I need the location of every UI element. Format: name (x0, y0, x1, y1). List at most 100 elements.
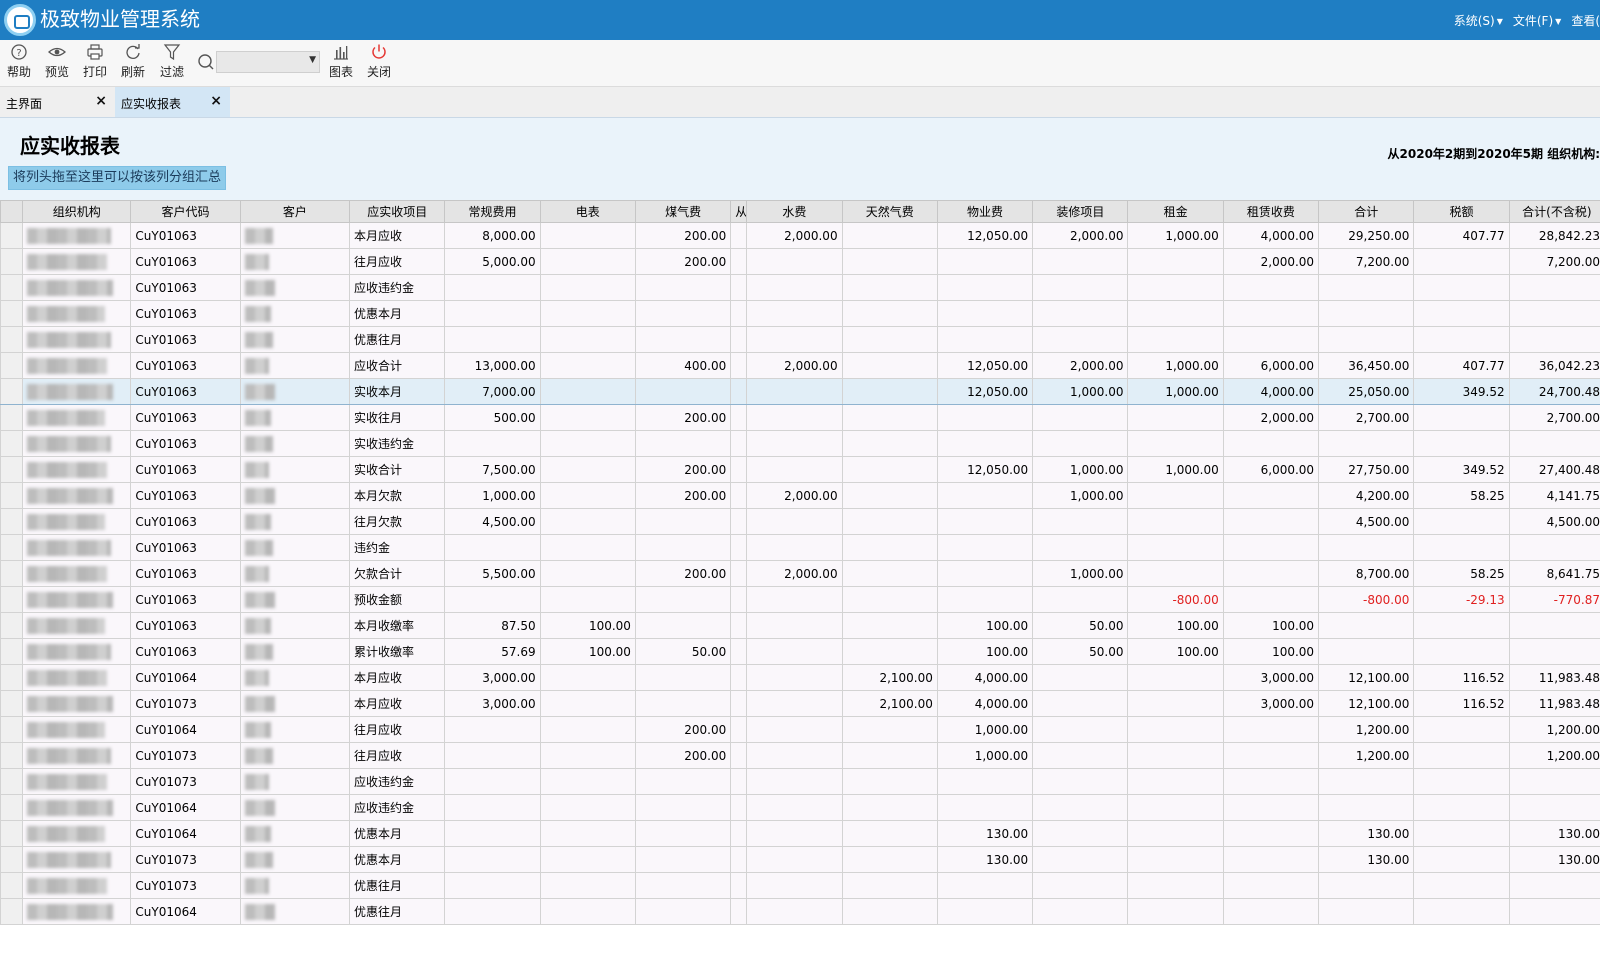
tab-report[interactable]: 应实收报表 × (115, 87, 230, 117)
row-indicator[interactable] (0, 326, 24, 353)
close-icon[interactable]: × (95, 93, 107, 109)
column-header[interactable]: 煤气费 (634, 200, 732, 223)
table-row[interactable]: CuY01064 优惠本月 130.00 130.00 130.00 (0, 820, 1600, 847)
help-button[interactable]: ? 帮助 (2, 43, 36, 83)
row-indicator[interactable] (0, 508, 24, 535)
table-row[interactable]: CuY01064 本月应收 3,000.00 2,100.00 4,000.00 3,00… (0, 664, 1600, 691)
search-icon[interactable] (197, 53, 215, 71)
table-cell: 100.00 (539, 612, 636, 639)
table-row[interactable]: CuY01063 本月收缴率 87.50 100.00 100.00 50.00 100.0… (0, 612, 1600, 639)
table-cell: 2,000.00 (1032, 222, 1129, 249)
row-indicator[interactable] (0, 222, 24, 249)
table-row[interactable]: CuY01073 应收违约金 (0, 768, 1600, 795)
column-header[interactable]: 租赁收费 (1222, 200, 1320, 223)
table-row[interactable]: CuY01063 违约金 (0, 534, 1600, 561)
column-header[interactable]: 物业费 (936, 200, 1034, 223)
row-indicator[interactable] (0, 248, 24, 275)
table-row[interactable]: CuY01064 往月应收 200.00 1,000.00 1,200.00 1,200.… (0, 716, 1600, 743)
table-row[interactable]: CuY01063 本月应收 8,000.00 200.00 2,000.00 12,050… (0, 222, 1600, 249)
table-row[interactable]: CuY01073 本月应收 3,000.00 2,100.00 4,000.00 3,00… (0, 690, 1600, 717)
column-header[interactable]: 客户代码 (130, 200, 241, 223)
print-label: 打印 (82, 65, 107, 79)
row-indicator[interactable] (0, 768, 24, 795)
row-indicator[interactable] (0, 560, 24, 587)
table-row[interactable]: CuY01063 优惠本月 (0, 300, 1600, 327)
table-row[interactable]: CuY01063 实收往月 500.00 200.00 2,000.00 2,700.00… (0, 404, 1600, 431)
table-row[interactable]: CuY01063 实收违约金 (0, 430, 1600, 457)
row-indicator[interactable] (0, 586, 24, 613)
column-header[interactable]: 电表 (539, 200, 636, 223)
table-cell (239, 378, 351, 405)
column-header[interactable]: 税额 (1413, 200, 1510, 223)
table-cell (746, 742, 843, 769)
row-indicator[interactable] (0, 794, 24, 821)
chart-button[interactable]: 图表 (324, 43, 358, 83)
chevron-down-icon[interactable]: ▼ (309, 55, 316, 65)
table-row[interactable]: CuY01063 累计收缴率 57.69 100.00 50.00 100.00 50.00… (0, 638, 1600, 665)
column-header[interactable]: 应实收项目 (349, 200, 446, 223)
row-indicator[interactable] (0, 534, 24, 561)
row-indicator[interactable] (0, 664, 24, 691)
table-row[interactable]: CuY01063 实收合计 7,500.00 200.00 12,050.00 1,000… (0, 456, 1600, 483)
column-header[interactable]: 装修项目 (1032, 200, 1129, 223)
table-row[interactable]: CuY01073 优惠本月 130.00 130.00 130.00 (0, 846, 1600, 873)
row-indicator[interactable] (0, 378, 24, 405)
column-header[interactable]: 天然气费 (841, 200, 938, 223)
row-indicator[interactable] (0, 846, 24, 873)
table-row[interactable]: CuY01064 优惠往月 (0, 898, 1600, 925)
group-by-panel[interactable]: 将列头拖至这里可以按该列分组汇总 (8, 166, 227, 190)
row-indicator[interactable] (0, 872, 24, 899)
search-input[interactable] (217, 52, 303, 72)
row-indicator[interactable] (0, 716, 24, 743)
menu-system[interactable]: 系统(S) ▼ (1454, 12, 1503, 29)
table-row[interactable]: CuY01063 实收本月 7,000.00 12,050.00 1,000.00 1,0… (0, 378, 1600, 405)
table-row[interactable]: CuY01063 往月应收 5,000.00 200.00 2,000.00 7,200.… (0, 248, 1600, 275)
row-indicator[interactable] (0, 742, 24, 769)
menu-view[interactable]: 查看( (1571, 12, 1600, 29)
row-indicator[interactable] (0, 820, 24, 847)
table-row[interactable]: CuY01063 应收违约金 (0, 274, 1600, 301)
row-indicator[interactable] (0, 638, 24, 665)
row-indicator[interactable] (0, 430, 24, 457)
column-header[interactable]: 合计(不含税) (1508, 200, 1600, 223)
table-cell (1413, 820, 1510, 847)
column-header[interactable]: 从 (730, 200, 748, 223)
row-indicator[interactable] (0, 612, 24, 639)
table-row[interactable]: CuY01063 往月欠款 4,500.00 4,500.00 4,500.00 (0, 508, 1600, 535)
table-row[interactable]: CuY01073 往月应收 200.00 1,000.00 1,200.00 1,200.… (0, 742, 1600, 769)
column-header[interactable]: 水费 (746, 200, 843, 223)
row-indicator[interactable] (0, 898, 24, 925)
preview-button[interactable]: 预览 (40, 43, 74, 83)
menu-file[interactable]: 文件(F) ▼ (1513, 12, 1561, 29)
column-header[interactable]: 组织机构 (22, 200, 132, 223)
column-header[interactable]: 合计 (1318, 200, 1415, 223)
table-row[interactable]: CuY01063 本月欠款 1,000.00 200.00 2,000.00 1,000.… (0, 482, 1600, 509)
tab-main[interactable]: 主界面 × (0, 87, 115, 117)
close-icon[interactable]: × (210, 93, 222, 109)
table-row[interactable]: CuY01063 欠款合计 5,500.00 200.00 2,000.00 1,000.… (0, 560, 1600, 587)
refresh-button[interactable]: 刷新 (116, 43, 150, 83)
column-header[interactable]: 客户 (239, 200, 351, 223)
column-header[interactable]: 常规费用 (444, 200, 541, 223)
row-indicator[interactable] (0, 300, 24, 327)
table-cell (444, 898, 541, 925)
row-indicator[interactable] (0, 690, 24, 717)
row-indicator[interactable] (0, 404, 24, 431)
filter-button[interactable]: 过滤 (155, 43, 189, 83)
table-cell (730, 482, 748, 509)
column-header[interactable]: 租金 (1127, 200, 1224, 223)
row-indicator[interactable] (0, 482, 24, 509)
table-row[interactable]: CuY01073 优惠往月 (0, 872, 1600, 899)
table-row[interactable]: CuY01063 预收金额 -800.00 -800.00 -29.13 -770.87 (0, 586, 1600, 613)
close-button[interactable]: 关闭 (362, 43, 396, 83)
table-cell (841, 768, 938, 795)
search-combobox[interactable]: ▼ (216, 51, 320, 73)
print-button[interactable]: 打印 (78, 43, 112, 83)
table-row[interactable]: CuY01063 优惠往月 (0, 326, 1600, 353)
table-cell: 116.52 (1413, 664, 1510, 691)
row-indicator[interactable] (0, 274, 24, 301)
table-row[interactable]: CuY01064 应收违约金 (0, 794, 1600, 821)
table-row[interactable]: CuY01063 应收合计 13,000.00 400.00 2,000.00 12,05… (0, 352, 1600, 379)
row-indicator[interactable] (0, 456, 24, 483)
row-indicator[interactable] (0, 352, 24, 379)
